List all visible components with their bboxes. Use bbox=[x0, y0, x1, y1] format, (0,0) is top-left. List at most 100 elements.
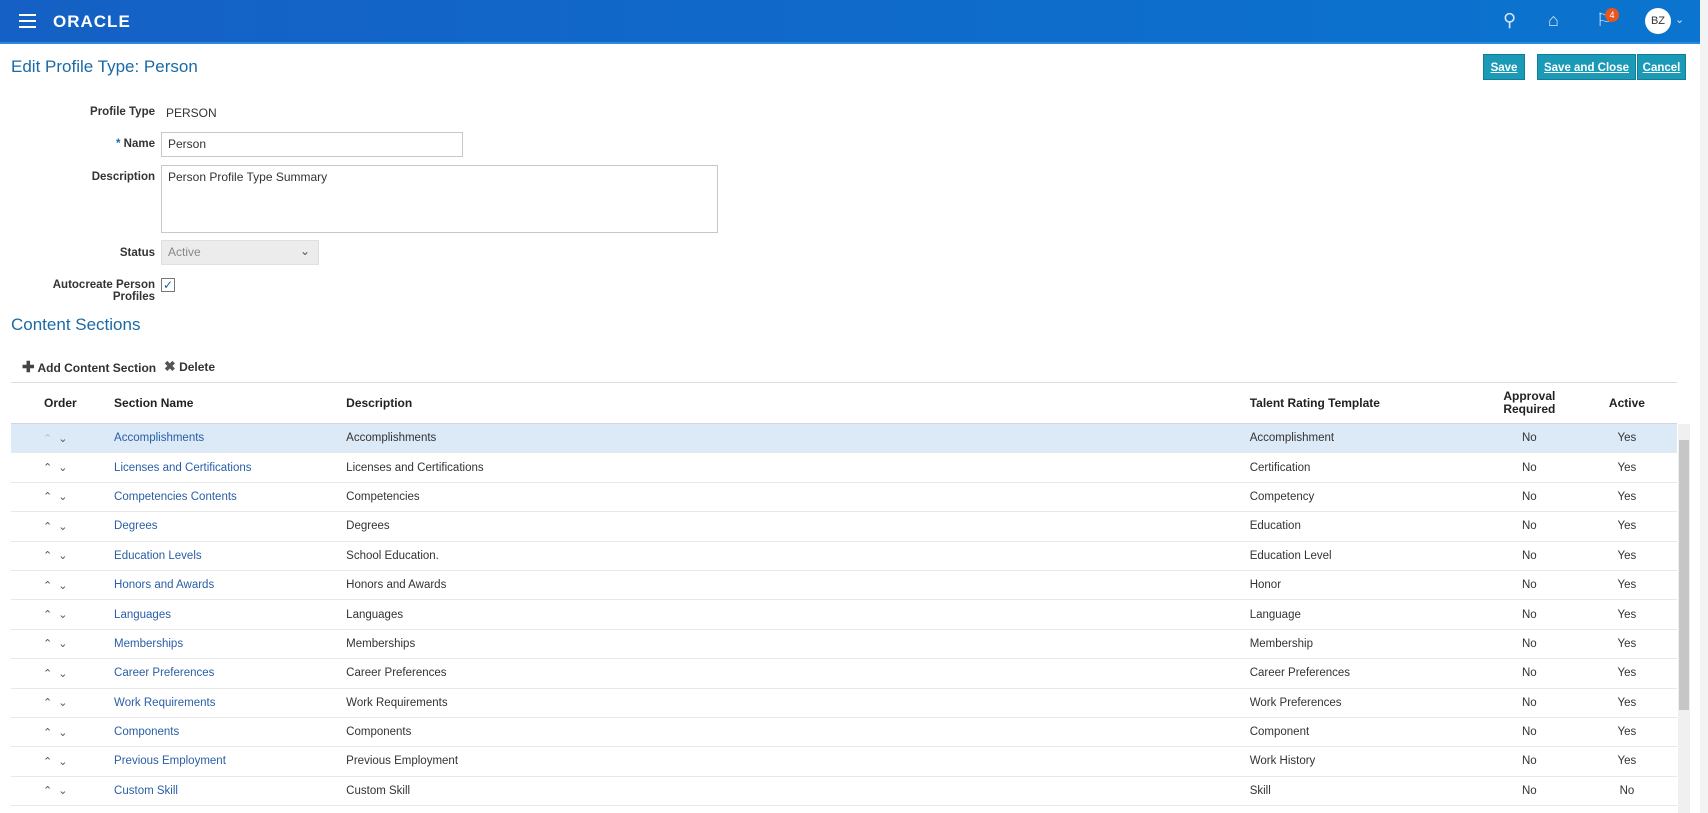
profile-type-label: Profile Type bbox=[90, 106, 155, 118]
order-controls[interactable]: ⌃⌄ bbox=[11, 482, 115, 513]
table-row[interactable]: ⌃⌄ Languages Languages Language No Yes bbox=[11, 599, 1677, 630]
table-row[interactable]: ⌃⌄ Honors and Awards Honors and Awards H… bbox=[11, 570, 1677, 601]
table-row[interactable]: ⌃⌄ Work Requirements Work Requirements W… bbox=[11, 688, 1677, 718]
table-row[interactable]: ⌃⌄ Accomplishments Accomplishments Accom… bbox=[11, 423, 1677, 454]
order-controls[interactable]: ⌃⌄ bbox=[11, 423, 115, 454]
move-down-icon[interactable]: ⌄ bbox=[58, 433, 73, 445]
section-name-link[interactable]: Accomplishments bbox=[114, 432, 204, 444]
table-row[interactable]: ⌃⌄ Custom Skill Custom Skill Skill No No bbox=[11, 776, 1677, 807]
user-avatar[interactable]: BZ bbox=[1645, 8, 1671, 34]
save-button[interactable]: Save bbox=[1483, 54, 1525, 80]
move-down-icon[interactable]: ⌄ bbox=[58, 550, 73, 562]
move-up-icon[interactable]: ⌃ bbox=[43, 668, 58, 680]
save-and-close-button[interactable]: Save and Close bbox=[1537, 54, 1636, 80]
order-controls[interactable]: ⌃⌄ bbox=[11, 776, 115, 807]
section-name-link[interactable]: Education Levels bbox=[114, 550, 202, 562]
move-up-icon[interactable]: ⌃ bbox=[43, 727, 58, 739]
move-down-icon[interactable]: ⌄ bbox=[58, 462, 73, 474]
section-name-link[interactable]: Work Requirements bbox=[114, 697, 215, 709]
section-name-link[interactable]: Components bbox=[114, 726, 179, 738]
approval-required: No bbox=[1481, 688, 1577, 718]
talent-rating-template: Skill bbox=[1249, 776, 1482, 807]
section-name-link[interactable]: Memberships bbox=[114, 638, 183, 650]
col-talent-rating-template[interactable]: Talent Rating Template bbox=[1249, 382, 1482, 424]
move-up-icon[interactable]: ⌃ bbox=[43, 433, 58, 445]
section-description: Components bbox=[346, 717, 1250, 748]
chevron-down-icon: ⌄ bbox=[299, 244, 310, 258]
autocreate-checkbox[interactable]: ✓ bbox=[161, 278, 175, 292]
move-down-icon[interactable]: ⌄ bbox=[58, 785, 73, 797]
order-controls[interactable]: ⌃⌄ bbox=[11, 570, 115, 601]
move-up-icon[interactable]: ⌃ bbox=[43, 638, 58, 650]
home-icon[interactable]: ⌂ bbox=[1548, 10, 1559, 31]
table-scrollbar-thumb[interactable] bbox=[1679, 440, 1689, 710]
approval-required: No bbox=[1481, 541, 1577, 571]
order-controls[interactable]: ⌃⌄ bbox=[11, 717, 115, 748]
move-up-icon[interactable]: ⌃ bbox=[43, 462, 58, 474]
move-up-icon[interactable]: ⌃ bbox=[43, 609, 58, 621]
move-up-icon[interactable]: ⌃ bbox=[43, 756, 58, 768]
approval-required: No bbox=[1481, 423, 1577, 454]
table-row[interactable]: ⌃⌄ Licenses and Certifications Licenses … bbox=[11, 452, 1677, 483]
table-row[interactable]: ⌃⌄ Memberships Memberships Membership No… bbox=[11, 629, 1677, 660]
oracle-logo[interactable]: ORACLE bbox=[53, 12, 131, 32]
section-name-link[interactable]: Custom Skill bbox=[114, 785, 178, 797]
move-down-icon[interactable]: ⌄ bbox=[58, 609, 73, 621]
order-controls[interactable]: ⌃⌄ bbox=[11, 511, 115, 542]
search-icon[interactable]: ⚲ bbox=[1503, 10, 1516, 31]
delete-button[interactable]: ✖ Delete bbox=[164, 358, 215, 375]
move-down-icon[interactable]: ⌄ bbox=[58, 638, 73, 650]
table-row[interactable]: ⌃⌄ Education Levels School Education. Ed… bbox=[11, 541, 1677, 571]
order-controls[interactable]: ⌃⌄ bbox=[11, 688, 115, 718]
add-content-section-button[interactable]: ✚ Add Content Section bbox=[22, 358, 156, 376]
move-up-icon[interactable]: ⌃ bbox=[43, 580, 58, 592]
talent-rating-template: Work Preferences bbox=[1249, 688, 1482, 718]
col-description[interactable]: Description bbox=[346, 382, 1250, 424]
col-section-name[interactable]: Section Name bbox=[114, 382, 347, 424]
table-row[interactable]: ⌃⌄ Career Preferences Career Preferences… bbox=[11, 658, 1677, 689]
page-scrollbar[interactable] bbox=[1700, 0, 1708, 813]
move-up-icon[interactable]: ⌃ bbox=[43, 491, 58, 503]
talent-rating-template: Honor bbox=[1249, 570, 1482, 601]
col-approval-required[interactable]: Approval Required bbox=[1481, 382, 1577, 424]
section-name-link[interactable]: Honors and Awards bbox=[114, 579, 214, 591]
move-up-icon[interactable]: ⌃ bbox=[43, 697, 58, 709]
move-down-icon[interactable]: ⌄ bbox=[58, 521, 73, 533]
move-down-icon[interactable]: ⌄ bbox=[58, 580, 73, 592]
section-name-link[interactable]: Licenses and Certifications bbox=[114, 462, 251, 474]
order-controls[interactable]: ⌃⌄ bbox=[11, 658, 115, 689]
cancel-button[interactable]: Cancel bbox=[1637, 54, 1686, 80]
order-controls[interactable]: ⌃⌄ bbox=[11, 452, 115, 483]
col-active[interactable]: Active bbox=[1576, 382, 1677, 424]
talent-rating-template: Accomplishment bbox=[1249, 423, 1482, 454]
move-up-icon[interactable]: ⌃ bbox=[43, 521, 58, 533]
table-row[interactable]: ⌃⌄ Degrees Degrees Education No Yes bbox=[11, 511, 1677, 542]
status-select[interactable]: Active ⌄ bbox=[161, 240, 319, 265]
table-row[interactable]: ⌃⌄ Competencies Contents Competencies Co… bbox=[11, 482, 1677, 513]
order-controls[interactable]: ⌃⌄ bbox=[11, 599, 115, 630]
section-name-link[interactable]: Competencies Contents bbox=[114, 491, 237, 503]
order-controls[interactable]: ⌃⌄ bbox=[11, 629, 115, 660]
active: Yes bbox=[1576, 688, 1677, 718]
col-order[interactable]: Order bbox=[11, 382, 115, 424]
chevron-down-icon[interactable]: ⌄ bbox=[1675, 13, 1684, 26]
menu-icon[interactable] bbox=[19, 14, 36, 32]
section-name-link[interactable]: Degrees bbox=[114, 520, 157, 532]
move-down-icon[interactable]: ⌄ bbox=[58, 727, 73, 739]
order-controls[interactable]: ⌃⌄ bbox=[11, 746, 115, 777]
move-up-icon[interactable]: ⌃ bbox=[43, 550, 58, 562]
move-down-icon[interactable]: ⌄ bbox=[58, 756, 73, 768]
profile-type-value: PERSON bbox=[166, 106, 217, 120]
move-down-icon[interactable]: ⌄ bbox=[58, 491, 73, 503]
name-input[interactable]: Person bbox=[161, 132, 463, 157]
move-down-icon[interactable]: ⌄ bbox=[58, 668, 73, 680]
order-controls[interactable]: ⌃⌄ bbox=[11, 541, 115, 571]
table-row[interactable]: ⌃⌄ Previous Employment Previous Employme… bbox=[11, 746, 1677, 777]
table-row[interactable]: ⌃⌄ Components Components Component No Ye… bbox=[11, 717, 1677, 748]
move-down-icon[interactable]: ⌄ bbox=[58, 697, 73, 709]
section-name-link[interactable]: Career Preferences bbox=[114, 667, 214, 679]
section-name-link[interactable]: Languages bbox=[114, 609, 171, 621]
description-textarea[interactable]: Person Profile Type Summary bbox=[161, 165, 718, 233]
move-up-icon[interactable]: ⌃ bbox=[43, 785, 58, 797]
section-name-link[interactable]: Previous Employment bbox=[114, 755, 226, 767]
